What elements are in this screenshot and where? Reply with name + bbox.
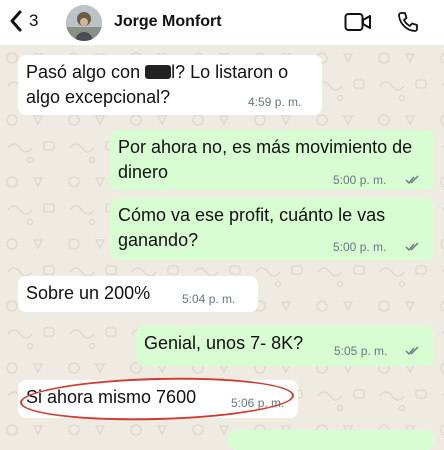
back-button[interactable]: 3 bbox=[9, 10, 38, 32]
double-check-icon bbox=[405, 346, 419, 356]
video-camera-icon bbox=[344, 13, 371, 31]
unread-count: 3 bbox=[29, 11, 39, 30]
message-time: 5:00 p. m. bbox=[333, 240, 387, 254]
avatar[interactable] bbox=[66, 5, 102, 41]
double-check-icon bbox=[405, 175, 419, 185]
message-text: Genial, unos 7- 8K? bbox=[144, 333, 304, 353]
message-time: 5:00 p. m. bbox=[333, 173, 387, 187]
message-bubble-outgoing[interactable]: Genial, unos 7- 8K? bbox=[136, 326, 434, 366]
voice-call-button[interactable] bbox=[396, 10, 420, 39]
chat-header: 3 Jorge Monfort bbox=[0, 0, 444, 46]
phone-icon bbox=[398, 12, 418, 32]
double-check-icon bbox=[405, 242, 419, 252]
chevron-left-icon bbox=[10, 10, 22, 32]
contact-name[interactable]: Jorge Monfort bbox=[114, 13, 222, 31]
video-call-button[interactable] bbox=[344, 12, 372, 37]
message-time: 5:04 p. m. bbox=[182, 292, 236, 306]
message-time: 5:05 p. m. bbox=[334, 344, 388, 358]
redacted-text bbox=[145, 65, 172, 79]
message-text-start: Pasó algo con bbox=[26, 62, 146, 82]
message-text: Sobre un 200% bbox=[26, 283, 151, 303]
message-bubble-outgoing-partial[interactable] bbox=[228, 430, 434, 450]
message-time: 4:59 p. m. bbox=[248, 95, 302, 109]
